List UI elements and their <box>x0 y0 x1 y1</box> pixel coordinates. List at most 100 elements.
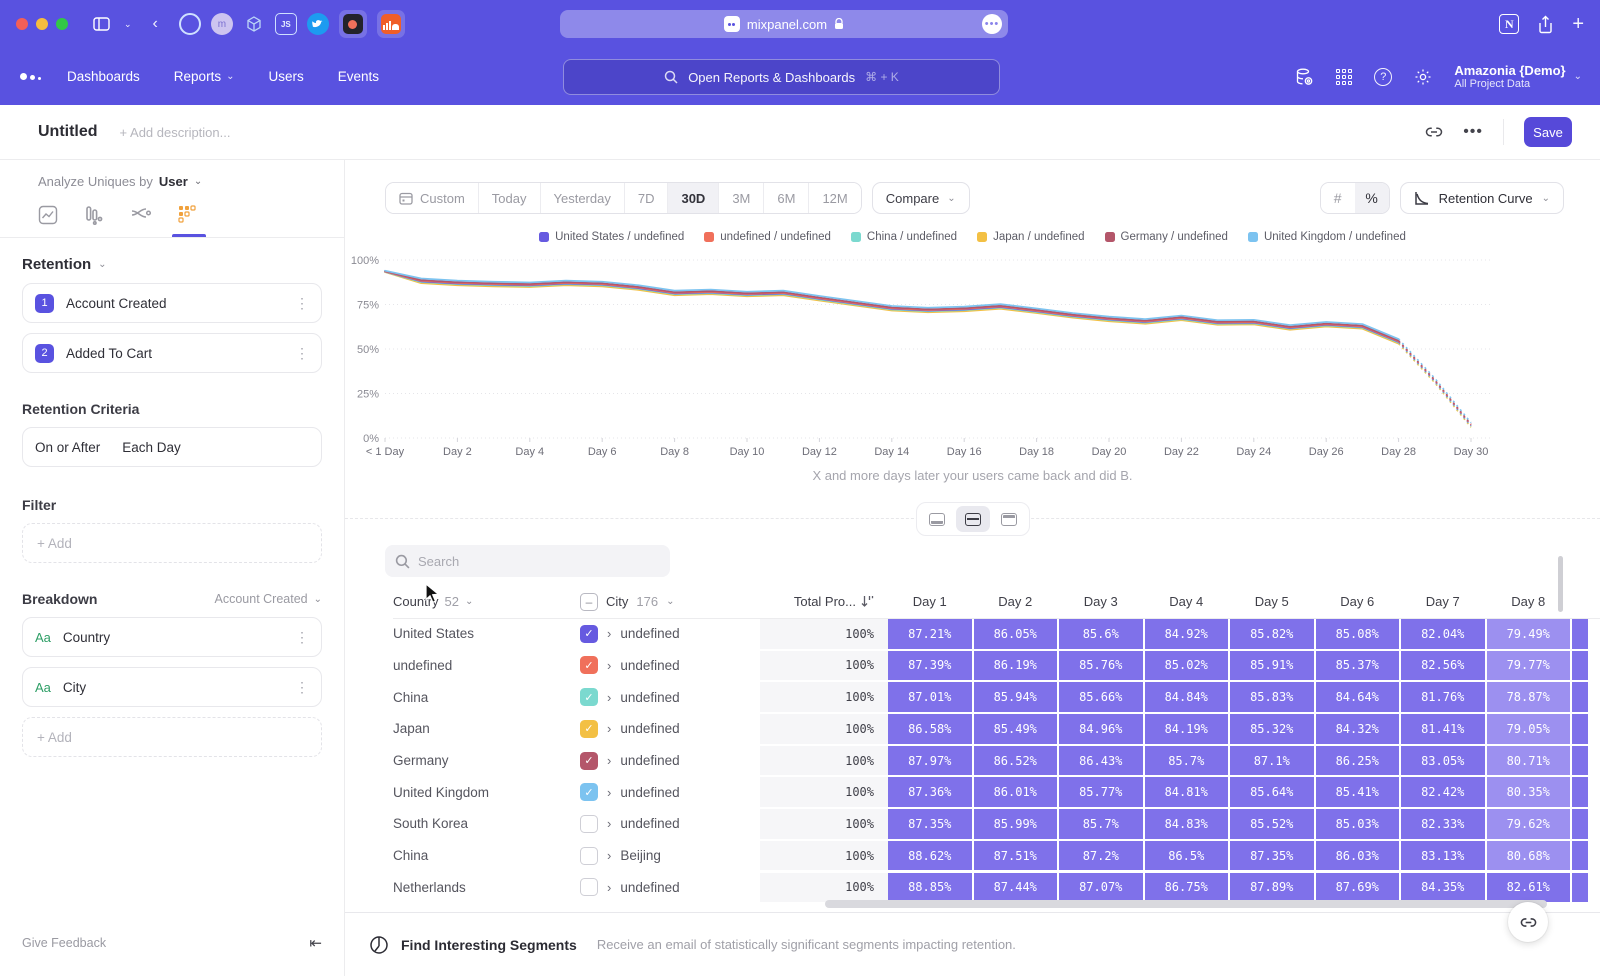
analyze-by-row[interactable]: Analyze Uniques by User ⌄ <box>22 174 322 189</box>
retention-value-cell[interactable]: 84.83% <box>1145 809 1229 839</box>
country-column-header[interactable]: Country 52 ⌄ <box>393 594 580 609</box>
give-feedback-link[interactable]: Give Feedback <box>22 936 106 950</box>
range-button-12m[interactable]: 12M <box>809 183 860 213</box>
legend-item[interactable]: undefined / undefined <box>704 230 831 244</box>
retention-value-cell[interactable]: 80.35% <box>1487 777 1571 807</box>
retention-value-cell[interactable]: 85.02% <box>1145 651 1229 681</box>
criteria-card[interactable]: On or After Each Day <box>22 427 322 467</box>
add-description[interactable]: + Add description... <box>120 125 231 140</box>
expand-chevron-icon[interactable]: › <box>607 785 611 800</box>
retention-value-cell[interactable]: 86.05% <box>974 619 1058 649</box>
retention-value-cell[interactable]: 87.89% <box>1230 873 1314 903</box>
retention-value-cell[interactable]: 84.35% <box>1401 873 1485 903</box>
retention-value-cell[interactable]: 87.44% <box>974 873 1058 903</box>
retention-value-cell[interactable]: 85.94% <box>974 682 1058 712</box>
retention-value-cell[interactable]: 79.05% <box>1487 714 1571 744</box>
retention-value-cell[interactable]: 87.07% <box>1059 873 1143 903</box>
tab-retention[interactable] <box>178 205 200 237</box>
total-column-header[interactable]: Total Pro... <box>760 594 888 609</box>
logseq-extension-icon[interactable] <box>339 10 367 38</box>
nav-item-reports[interactable]: Reports⌄ <box>174 69 235 84</box>
retention-value-cell[interactable]: 87.36% <box>888 777 972 807</box>
retention-value-cell[interactable]: 86.43% <box>1059 746 1143 776</box>
address-bar[interactable]: mixpanel.com ••• <box>560 10 1008 38</box>
retention-value-cell[interactable]: 82.04% <box>1401 619 1485 649</box>
retention-value-cell[interactable]: 85.99% <box>974 809 1058 839</box>
retention-value-cell[interactable]: 87.35% <box>888 809 972 839</box>
retention-chart[interactable]: 0%25%50%75%100%< 1 DayDay 2Day 4Day 6Day… <box>345 252 1600 464</box>
copy-link-icon[interactable] <box>1425 123 1443 141</box>
legend-item[interactable]: Japan / undefined <box>977 230 1084 244</box>
retention-value-cell[interactable]: 85.7% <box>1145 746 1229 776</box>
retention-value-cell[interactable]: 85.66% <box>1059 682 1143 712</box>
expand-chevron-icon[interactable]: › <box>607 816 611 831</box>
table-row[interactable]: Germany✓›undefined100%87.97%86.52%86.43%… <box>393 746 1600 776</box>
retention-value-cell[interactable]: 84.64% <box>1316 682 1400 712</box>
zoom-window-icon[interactable] <box>56 18 68 30</box>
split-view-button[interactable] <box>956 506 990 532</box>
retention-value-cell[interactable]: 85.77% <box>1059 777 1143 807</box>
floating-share-link-button[interactable] <box>1508 902 1548 942</box>
project-switcher[interactable]: Amazonia {Demo} All Project Data ⌄ <box>1454 63 1582 90</box>
row-checkbox[interactable] <box>580 815 598 833</box>
retention-value-cell[interactable]: 79.49% <box>1487 619 1571 649</box>
retention-value-cell[interactable]: 84.84% <box>1145 682 1229 712</box>
retention-section-title[interactable]: Retention ⌄ <box>22 256 322 273</box>
expand-chevron-icon[interactable]: › <box>607 721 611 736</box>
retention-value-cell[interactable]: 79.77% <box>1487 651 1571 681</box>
range-button-7d[interactable]: 7D <box>625 183 669 213</box>
retention-value-cell[interactable]: 87.51% <box>974 841 1058 871</box>
kebab-menu-icon[interactable]: ⋮ <box>295 345 309 362</box>
mixpanel-logo-icon[interactable] <box>20 73 41 80</box>
retention-value-cell[interactable]: 87.01% <box>888 682 972 712</box>
minimize-window-icon[interactable] <box>36 18 48 30</box>
row-checkbox[interactable]: ✓ <box>580 688 598 706</box>
nav-item-users[interactable]: Users <box>268 69 303 84</box>
settings-gear-icon[interactable] <box>1414 68 1432 86</box>
row-checkbox[interactable] <box>580 847 598 865</box>
day-column-header[interactable]: Day 2 <box>974 594 1058 609</box>
retention-value-cell[interactable]: 85.32% <box>1230 714 1314 744</box>
retention-value-cell[interactable]: 84.92% <box>1145 619 1229 649</box>
legend-item[interactable]: United Kingdom / undefined <box>1248 230 1406 244</box>
legend-item[interactable]: China / undefined <box>851 230 957 244</box>
retention-value-cell[interactable]: 85.64% <box>1230 777 1314 807</box>
chart-only-view-button[interactable] <box>920 506 954 532</box>
retention-value-cell[interactable]: 87.69% <box>1316 873 1400 903</box>
unit-button-count[interactable]: # <box>1321 183 1355 213</box>
legend-item[interactable]: United States / undefined <box>539 230 684 244</box>
range-button-3m[interactable]: 3M <box>719 183 764 213</box>
breakdown-add-button[interactable]: + Add <box>22 717 322 757</box>
breakdown-item-city[interactable]: AaCity⋮ <box>22 667 322 707</box>
retention-value-cell[interactable]: 86.01% <box>974 777 1058 807</box>
retention-value-cell[interactable]: 86.03% <box>1316 841 1400 871</box>
retention-value-cell[interactable]: 80.71% <box>1487 746 1571 776</box>
table-row[interactable]: United Kingdom✓›undefined100%87.36%86.01… <box>393 777 1600 807</box>
retention-value-cell[interactable]: 88.85% <box>888 873 972 903</box>
retention-value-cell[interactable]: 86.25% <box>1316 746 1400 776</box>
soundcloud-extension-icon[interactable] <box>377 10 405 38</box>
retention-value-cell[interactable]: 79.62% <box>1487 809 1571 839</box>
back-icon[interactable]: ‹ <box>153 15 158 33</box>
table-row[interactable]: China›Beijing100%88.62%87.51%87.2%86.5%8… <box>393 841 1600 871</box>
retention-value-cell[interactable]: 85.37% <box>1316 651 1400 681</box>
retention-value-cell[interactable]: 87.97% <box>888 746 972 776</box>
row-checkbox[interactable]: ✓ <box>580 783 598 801</box>
row-checkbox[interactable]: ✓ <box>580 752 598 770</box>
retention-value-cell[interactable]: 82.56% <box>1401 651 1485 681</box>
retention-value-cell[interactable]: 87.2% <box>1059 841 1143 871</box>
unit-button-percent[interactable]: % <box>1355 183 1389 213</box>
expand-chevron-icon[interactable]: › <box>607 690 611 705</box>
table-row[interactable]: Japan✓›undefined100%86.58%85.49%84.96%84… <box>393 714 1600 744</box>
retention-value-cell[interactable]: 83.13% <box>1401 841 1485 871</box>
retention-value-cell[interactable]: 82.42% <box>1401 777 1485 807</box>
chart-type-selector[interactable]: Retention Curve ⌄ <box>1400 182 1564 214</box>
retention-value-cell[interactable]: 82.61% <box>1487 873 1571 903</box>
expand-chevron-icon[interactable]: › <box>607 848 611 863</box>
save-button[interactable]: Save <box>1524 117 1572 147</box>
window-controls[interactable] <box>16 18 68 30</box>
compare-button[interactable]: Compare ⌄ <box>872 182 970 214</box>
table-row[interactable]: Netherlands›undefined100%88.85%87.44%87.… <box>393 873 1600 903</box>
table-search-input[interactable] <box>418 554 638 569</box>
retention-value-cell[interactable]: 83.05% <box>1401 746 1485 776</box>
